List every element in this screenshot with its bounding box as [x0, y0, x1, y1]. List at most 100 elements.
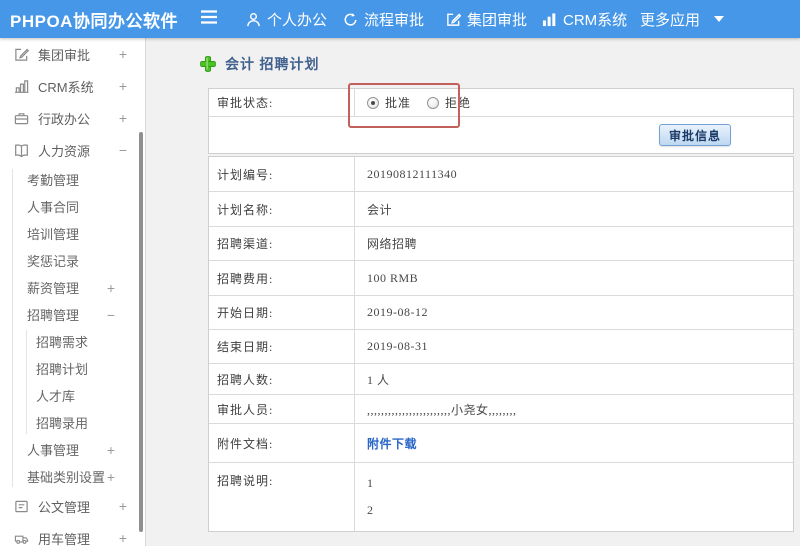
sidebar-item-vehicle-mgmt[interactable]: 用车管理 + — [0, 522, 145, 546]
sidebar-item-label: 薪资管理 — [27, 281, 80, 296]
edit-square-icon — [14, 47, 30, 62]
sidebar-item-admin-office[interactable]: 行政办公 + — [0, 102, 145, 134]
sidebar-item-training[interactable]: 培训管理 — [0, 220, 145, 247]
sidebar-item-label: 招聘管理 — [27, 308, 80, 323]
book-icon — [14, 143, 30, 158]
field-label: 结束日期: — [209, 330, 355, 363]
sidebar-item-recruit-mgmt[interactable]: 招聘管理 − — [0, 301, 145, 328]
field-label: 招聘费用: — [209, 261, 355, 295]
nav-label: 集团审批 — [467, 11, 528, 29]
page-header: 会计 招聘计划 — [200, 54, 320, 74]
sidebar-item-human-resources[interactable]: 人力资源 − — [0, 134, 145, 166]
sidebar-item-talent-pool[interactable]: 人才库 — [0, 382, 145, 409]
sidebar-item-group-approval[interactable]: 集团审批 + — [0, 38, 145, 70]
expand-toggle[interactable]: + — [107, 469, 115, 485]
sidebar-item-label: CRM系统 — [38, 79, 94, 95]
approval-info-button[interactable]: 审批信息 — [658, 124, 731, 146]
field-value: 会计 — [367, 202, 393, 217]
table-row-headcount: 招聘人数: 1 人 — [209, 364, 793, 395]
expand-toggle[interactable]: + — [119, 46, 127, 62]
sidebar-item-recruit-demand[interactable]: 招聘需求 — [0, 328, 145, 355]
cycle-icon — [343, 12, 358, 27]
expand-toggle[interactable]: + — [119, 78, 127, 94]
sidebar-item-label: 人事合同 — [27, 200, 80, 215]
nav-label: 个人办公 — [267, 11, 328, 29]
field-value: 2019-08-12 — [367, 305, 428, 319]
field-value: 2019-08-31 — [367, 339, 428, 353]
radio-option-approve[interactable]: 批准 — [367, 94, 411, 111]
sidebar-item-attendance[interactable]: 考勤管理 — [0, 166, 145, 193]
table-row-end-date: 结束日期: 2019-08-31 — [209, 330, 793, 364]
nav-group-approval[interactable]: 集团审批 — [446, 0, 527, 38]
field-label: 招聘说明: — [209, 463, 355, 531]
app-logo: PHPOA协同办公软件 — [10, 11, 178, 31]
sidebar-item-rewards-records[interactable]: 奖惩记录 — [0, 247, 145, 274]
main-content: 会计 招聘计划 审批状态: 批准 拒绝 审批信息 计划编号: 201908121… — [146, 38, 800, 546]
approval-action-row: 审批信息 — [209, 117, 793, 153]
menu-toggle-button[interactable] — [200, 0, 218, 38]
sidebar-item-recruit-plan[interactable]: 招聘计划 — [0, 355, 145, 382]
field-label: 计划名称: — [209, 192, 355, 226]
field-value: ,,,,,,,,,,,,,,,,,,,,,,,,小尧女,,,,,,,, — [367, 402, 517, 417]
sidebar-item-label: 人力资源 — [38, 143, 91, 159]
briefcase-icon — [14, 111, 30, 126]
expand-toggle[interactable]: + — [107, 442, 115, 458]
nav-personal-office[interactable]: 个人办公 — [246, 0, 327, 38]
bar-chart-icon — [14, 79, 30, 94]
top-navigation-bar: PHPOA协同办公软件 个人办公 流程审批 集团审批 CRM系统 更多应用 — [0, 0, 800, 38]
expand-toggle[interactable]: + — [119, 530, 127, 546]
field-label: 审批状态: — [209, 89, 355, 116]
attachment-download-link[interactable]: 附件下载 — [367, 435, 417, 452]
sidebar-item-label: 人事管理 — [27, 443, 80, 458]
nav-label: 更多应用 — [640, 11, 701, 29]
table-row-recruit-cost: 招聘费用: 100 RMB — [209, 261, 793, 296]
sidebar-item-label: 奖惩记录 — [27, 254, 80, 269]
collapse-toggle[interactable]: − — [119, 142, 127, 158]
sidebar-item-base-category[interactable]: 基础类别设置 + — [0, 463, 145, 490]
car-icon — [14, 531, 30, 546]
sidebar-item-recruit-hire[interactable]: 招聘录用 — [0, 409, 145, 436]
sidebar-item-label: 考勤管理 — [27, 173, 80, 188]
sidebar-navigation: 集团审批 + CRM系统 + 行政办公 + 人力资源 − 考勤管理 人事合同 培… — [0, 38, 146, 546]
approval-status-row: 审批状态: 批准 拒绝 — [209, 89, 793, 117]
description-line: 1 — [367, 476, 374, 490]
expand-toggle[interactable]: + — [119, 498, 127, 514]
nav-label: CRM系统 — [563, 11, 628, 29]
radio-button-reject[interactable] — [427, 96, 440, 109]
approval-status-table: 审批状态: 批准 拒绝 审批信息 — [208, 88, 794, 154]
table-row-approvers: 审批人员: ,,,,,,,,,,,,,,,,,,,,,,,,小尧女,,,,,,,… — [209, 395, 793, 424]
sidebar-scrollbar[interactable] — [139, 132, 143, 532]
bar-chart-icon — [542, 12, 557, 27]
field-value: 20190812111340 — [367, 166, 458, 181]
field-label: 招聘渠道: — [209, 227, 355, 260]
nav-crm-system[interactable]: CRM系统 — [542, 0, 627, 38]
field-value: 100 RMB — [367, 270, 419, 285]
description-line: 2 — [367, 503, 374, 517]
radio-label: 批准 — [385, 96, 412, 110]
expand-toggle[interactable]: + — [107, 280, 115, 296]
expand-toggle[interactable]: + — [119, 110, 127, 126]
caret-down-icon — [714, 16, 725, 22]
collapse-toggle[interactable]: − — [107, 307, 115, 323]
field-label: 计划编号: — [209, 157, 355, 191]
table-row-attachment: 附件文档: 附件下载 — [209, 424, 793, 463]
nav-workflow-approval[interactable]: 流程审批 — [343, 0, 424, 38]
table-row-plan-name: 计划名称: 会计 — [209, 192, 793, 227]
sidebar-item-hr-contract[interactable]: 人事合同 — [0, 193, 145, 220]
add-plus-icon[interactable] — [200, 56, 216, 72]
nav-more-apps[interactable]: 更多应用 — [640, 0, 725, 38]
radio-button-approve[interactable] — [367, 96, 379, 109]
table-row-description: 招聘说明: 1 2 — [209, 463, 793, 531]
sidebar-item-label: 招聘需求 — [36, 335, 89, 350]
field-value: 1 人 — [367, 372, 390, 387]
sidebar-item-document-mgmt[interactable]: 公文管理 + — [0, 490, 145, 522]
recruit-plan-detail-table: 计划编号: 20190812111340 计划名称: 会计 招聘渠道: 网络招聘… — [208, 156, 794, 532]
sidebar-item-crm-system[interactable]: CRM系统 + — [0, 70, 145, 102]
sidebar-item-salary[interactable]: 薪资管理 + — [0, 274, 145, 301]
table-row-recruit-channel: 招聘渠道: 网络招聘 — [209, 227, 793, 261]
sidebar-item-label: 行政办公 — [38, 111, 91, 127]
sidebar-item-personnel-mgmt[interactable]: 人事管理 + — [0, 436, 145, 463]
hr-submenu: 考勤管理 人事合同 培训管理 奖惩记录 薪资管理 + 招聘管理 − 招聘需求 招… — [0, 166, 145, 490]
radio-option-reject[interactable]: 拒绝 — [427, 94, 471, 111]
approval-radio-group: 批准 拒绝 — [367, 94, 471, 111]
